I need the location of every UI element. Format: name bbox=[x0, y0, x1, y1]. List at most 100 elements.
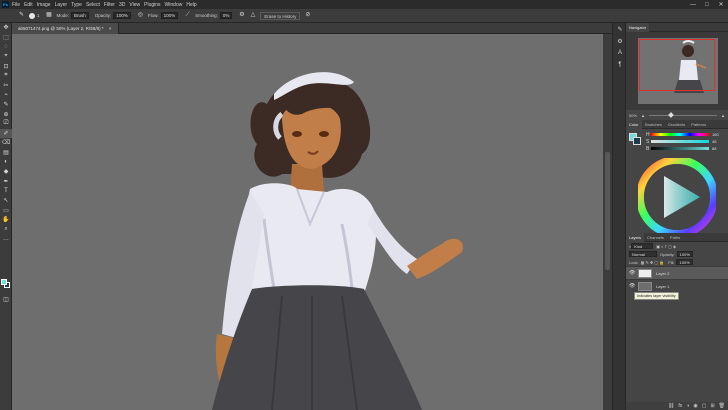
tab-channels[interactable]: Channels bbox=[644, 233, 667, 242]
menu-select[interactable]: Select bbox=[86, 2, 100, 8]
blur-tool-icon[interactable]: ◐ bbox=[0, 157, 12, 167]
menu-file[interactable]: File bbox=[12, 2, 20, 8]
menu-layer[interactable]: Layer bbox=[55, 2, 68, 8]
erase-to-history-toggle[interactable]: Erase to History bbox=[260, 11, 301, 20]
pressure-opacity-icon[interactable]: ◎ bbox=[137, 12, 144, 19]
new-group-icon[interactable]: ▢ bbox=[702, 403, 707, 409]
navigator-preview[interactable] bbox=[626, 32, 728, 110]
brush-tool-icon[interactable]: ✎ bbox=[18, 12, 25, 19]
layer-mask-icon[interactable]: ◑ bbox=[686, 403, 689, 409]
eraser-tool-icon[interactable]: ✐ bbox=[0, 128, 12, 139]
zoom-in-icon[interactable]: ▲ bbox=[721, 113, 725, 118]
adjustments-panel-icon[interactable]: ⚙ bbox=[613, 35, 627, 47]
tab-paths[interactable]: Paths bbox=[667, 233, 683, 242]
maximize-button[interactable]: □ bbox=[700, 0, 714, 9]
eye-icon-2[interactable]: 👁 bbox=[629, 283, 636, 289]
paragraph-panel-icon[interactable]: ¶ bbox=[613, 59, 627, 71]
background-eraser-tool-icon[interactable]: ⌫ bbox=[0, 138, 12, 148]
menu-plugins[interactable]: Plugins bbox=[144, 2, 160, 8]
healing-tool-icon[interactable]: ⌁ bbox=[0, 90, 12, 100]
airbrush-icon[interactable]: ⟋ bbox=[184, 12, 191, 19]
layer-row-layer-1[interactable]: 👁 Layer 1 bbox=[626, 279, 728, 292]
text-panel-icon[interactable]: A bbox=[613, 47, 627, 59]
lock-icons[interactable]: ▦ ✎ ✥ ▢ 🔒 bbox=[641, 260, 665, 265]
tab-color[interactable]: Color bbox=[626, 119, 642, 129]
hand-tool-icon[interactable]: ✋ bbox=[0, 215, 12, 225]
smoothing-settings-icon[interactable]: ⚙ bbox=[238, 12, 245, 19]
crop-tool-icon[interactable]: ⊡ bbox=[0, 61, 12, 71]
saturation-value[interactable]: 48 bbox=[712, 139, 716, 144]
link-layers-icon[interactable]: ⛓ bbox=[668, 403, 674, 409]
gradient-tool-icon[interactable]: ▤ bbox=[0, 148, 12, 158]
tab-swatches[interactable]: Swatches bbox=[642, 120, 665, 129]
menu-image[interactable]: Image bbox=[37, 2, 51, 8]
menu-window[interactable]: Window bbox=[165, 2, 183, 8]
canvas[interactable] bbox=[12, 34, 612, 410]
pressure-size-icon[interactable]: ⊘ bbox=[304, 12, 311, 19]
clone-stamp-tool-icon[interactable]: ⊕ bbox=[0, 109, 12, 119]
tab-layers[interactable]: Layers bbox=[626, 232, 645, 242]
tab-patterns[interactable]: Patterns bbox=[688, 120, 709, 129]
eyedropper-tool-icon[interactable]: ✂ bbox=[0, 81, 12, 91]
smoothing-field[interactable]: 0% bbox=[219, 12, 233, 19]
history-brush-tool-icon[interactable]: ⎚ bbox=[0, 119, 12, 129]
tab-navigator[interactable]: Navigator bbox=[626, 22, 650, 32]
tab-gradients[interactable]: Gradients bbox=[665, 120, 688, 129]
navigator-view-box[interactable] bbox=[639, 39, 715, 91]
canvas-vertical-scrollbar[interactable] bbox=[603, 34, 612, 410]
brush-panel-icon[interactable]: ✎ bbox=[613, 23, 627, 35]
close-window-button[interactable]: ✕ bbox=[714, 0, 728, 9]
marquee-tool-icon[interactable]: ⬚ bbox=[0, 33, 12, 43]
minimize-button[interactable]: — bbox=[686, 0, 700, 9]
menu-3d[interactable]: 3D bbox=[119, 2, 125, 8]
quick-select-tool-icon[interactable]: ⌖ bbox=[0, 52, 12, 62]
zoom-tool-icon[interactable]: ⌕ bbox=[0, 224, 12, 234]
document-tab[interactable]: ab5071474.png @ 50% (Layer 2, RGB/8) * × bbox=[12, 23, 119, 34]
menu-help[interactable]: Help bbox=[186, 2, 196, 8]
layer-style-icon[interactable]: fx bbox=[678, 403, 682, 409]
menu-edit[interactable]: Edit bbox=[24, 2, 33, 8]
pen-tool-icon[interactable]: ✒ bbox=[0, 177, 12, 187]
lasso-tool-icon[interactable]: ◌ bbox=[0, 42, 12, 52]
brush-tool-icon-2[interactable]: ✎ bbox=[0, 100, 12, 110]
close-document-icon[interactable]: × bbox=[109, 26, 112, 31]
more-tools-icon[interactable]: … bbox=[0, 234, 12, 244]
new-layer-icon[interactable]: ⊞ bbox=[710, 403, 714, 409]
flow-field[interactable]: 100% bbox=[160, 12, 179, 19]
brightness-slider[interactable] bbox=[651, 147, 709, 150]
zoom-out-icon[interactable]: ▲ bbox=[641, 113, 645, 118]
layer-row-layer-2[interactable]: 👁 Layer 2 bbox=[626, 266, 728, 279]
quick-mask-icon[interactable]: ◫ bbox=[0, 295, 12, 305]
menu-type[interactable]: Type bbox=[71, 2, 82, 8]
frame-tool-icon[interactable]: ⌗ bbox=[0, 71, 12, 81]
mode-select[interactable]: Brush bbox=[71, 12, 89, 19]
hue-value[interactable]: 180 bbox=[712, 132, 719, 137]
hue-slider[interactable] bbox=[651, 133, 709, 136]
angle-icon[interactable]: △ bbox=[249, 12, 256, 19]
zoom-slider[interactable] bbox=[648, 111, 718, 118]
eye-icon[interactable]: 👁 bbox=[629, 270, 636, 276]
fill-field[interactable]: 100% bbox=[676, 259, 693, 265]
blend-mode-select[interactable]: Normal bbox=[629, 251, 657, 257]
menu-view[interactable]: View bbox=[129, 2, 140, 8]
delete-layer-icon[interactable]: 🗑 bbox=[719, 403, 725, 409]
adjustment-layer-icon[interactable]: ◉ bbox=[693, 403, 697, 409]
zoom-slider-knob[interactable] bbox=[668, 111, 675, 118]
saturation-slider[interactable] bbox=[651, 140, 709, 143]
layer-opacity-field[interactable]: 100% bbox=[676, 251, 693, 257]
zoom-value[interactable]: 50% bbox=[629, 113, 637, 118]
type-tool-icon[interactable]: T bbox=[0, 186, 12, 196]
brightness-value[interactable]: 88 bbox=[712, 146, 716, 151]
path-select-tool-icon[interactable]: ↖ bbox=[0, 196, 12, 206]
filter-icons[interactable]: ▣ ◐ T ▢ ◈ bbox=[656, 244, 676, 249]
move-tool-icon[interactable]: ✥ bbox=[0, 23, 12, 33]
brush-preset-picker[interactable]: 1 bbox=[29, 12, 40, 19]
menu-filter[interactable]: Filter bbox=[104, 2, 115, 8]
scrollbar-thumb[interactable] bbox=[605, 152, 610, 270]
brush-settings-icon[interactable]: ▦ bbox=[46, 12, 53, 19]
opacity-field[interactable]: 100% bbox=[113, 12, 131, 19]
color-wheel[interactable] bbox=[638, 158, 716, 236]
foreground-color-swatch[interactable] bbox=[1, 279, 7, 285]
dodge-tool-icon[interactable]: ◆ bbox=[0, 167, 12, 177]
kind-select[interactable]: Kind bbox=[631, 243, 654, 249]
